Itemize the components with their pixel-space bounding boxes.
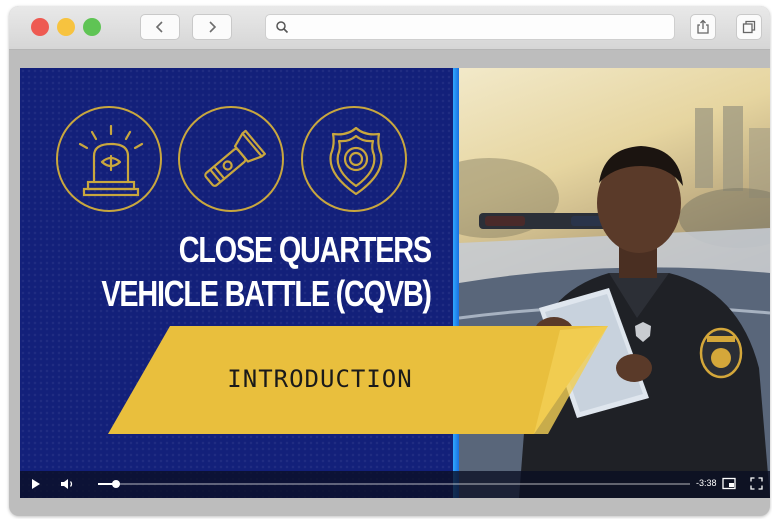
browser-window: CLOSE QUARTERS VEHICLE BATTLE (CQVB) INT… [9, 6, 770, 516]
badge-emblem [301, 106, 407, 212]
tabs-icon [742, 20, 756, 34]
address-bar[interactable] [265, 14, 675, 40]
address-input[interactable] [294, 18, 664, 36]
police-officer-illustration [459, 106, 770, 498]
police-badge-icon [329, 126, 383, 196]
siren-emblem [56, 106, 162, 212]
fullscreen-icon[interactable] [750, 477, 763, 490]
share-button[interactable] [690, 14, 716, 40]
video-player[interactable]: CLOSE QUARTERS VEHICLE BATTLE (CQVB) INT… [20, 68, 770, 498]
back-button[interactable] [140, 14, 180, 40]
share-icon [697, 19, 709, 34]
chevron-left-icon [155, 21, 163, 33]
minimize-window-button[interactable] [57, 18, 75, 36]
progress-handle[interactable] [111, 480, 120, 488]
title-card-panel: CLOSE QUARTERS VEHICLE BATTLE (CQVB) [20, 68, 453, 498]
search-icon [276, 21, 289, 34]
flashlight-icon [204, 129, 266, 187]
forward-button[interactable] [192, 14, 232, 40]
maximize-window-button[interactable] [83, 18, 101, 36]
picture-in-picture-icon[interactable] [722, 477, 736, 490]
siren-icon [78, 124, 144, 197]
close-window-button[interactable] [31, 18, 49, 36]
flashlight-emblem [178, 106, 284, 212]
video-title-line-2: VEHICLE BATTLE (CQVB) [101, 273, 433, 314]
browser-toolbar [9, 6, 770, 50]
play-icon[interactable] [30, 477, 42, 491]
time-remaining: -3:38 [696, 478, 717, 488]
progress-bar[interactable] [98, 480, 690, 488]
officer-photo [459, 68, 770, 498]
player-controls: -3:38 [20, 471, 770, 498]
video-title: CLOSE QUARTERS VEHICLE BATTLE (CQVB) [101, 228, 433, 316]
chevron-right-icon [209, 21, 217, 33]
volume-icon[interactable] [60, 477, 76, 491]
video-title-line-1: CLOSE QUARTERS [178, 229, 432, 270]
tabs-button[interactable] [736, 14, 762, 40]
